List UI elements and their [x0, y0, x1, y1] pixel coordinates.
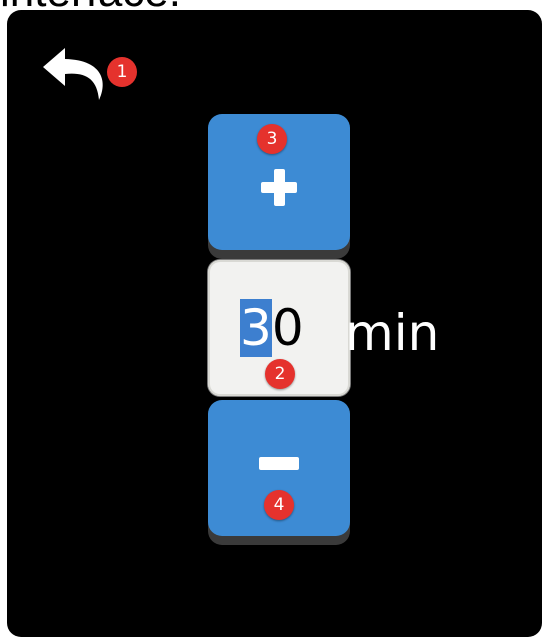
unit-label: min — [345, 304, 440, 362]
page: interface. 1 30 — [0, 0, 546, 639]
duration-value-rest: 0 — [271, 299, 304, 357]
undo-arrow-icon — [41, 44, 113, 108]
device-screen: 1 30 3 2 4 min — [7, 10, 542, 637]
annotation-marker-decrement: 4 — [264, 490, 294, 520]
duration-value[interactable]: 30 — [240, 299, 304, 357]
back-button[interactable] — [41, 44, 113, 108]
annotation-marker-back: 1 — [107, 57, 137, 87]
annotation-marker-increment: 3 — [257, 124, 287, 154]
duration-value-selected: 3 — [240, 299, 272, 357]
annotation-marker-value: 2 — [265, 359, 295, 389]
